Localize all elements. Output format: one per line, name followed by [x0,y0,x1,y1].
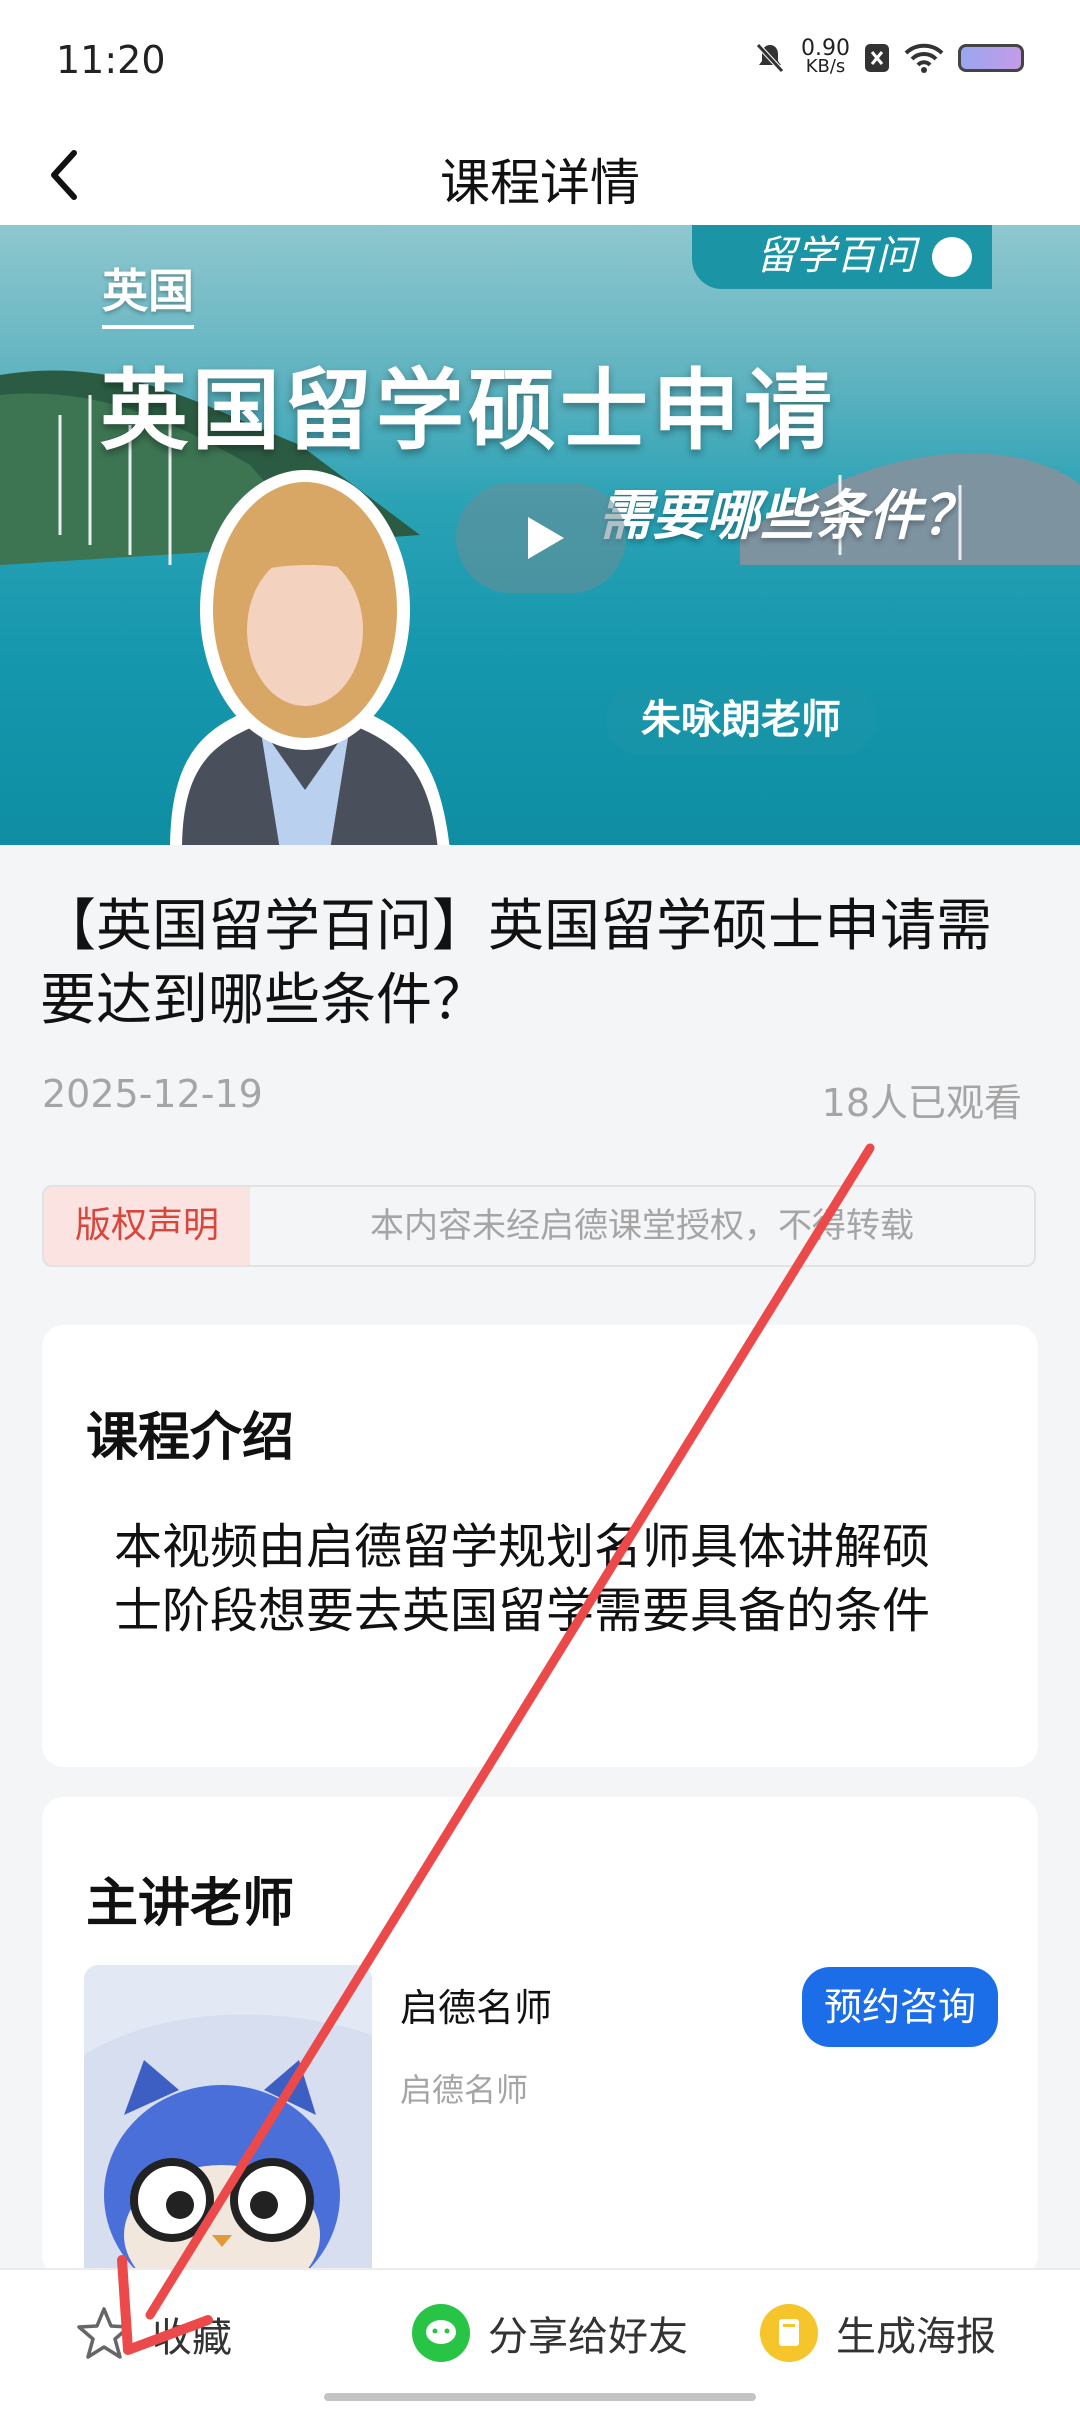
favorite-button[interactable]: 收藏 [74,2304,232,2364]
status-bar: 11:20 0.90 KB/s [0,0,1080,125]
copyright-notice: 版权声明 本内容未经启德课堂授权，不得转载 [42,1185,1036,1267]
poster-button[interactable]: 生成海报 [760,2304,996,2362]
presenter-image [170,470,450,845]
course-intro-card: 课程介绍 本视频由启德留学规划名师具体讲解硕士阶段想要去英国留学需要具备的条件 [42,1325,1038,1767]
wechat-icon [412,2304,470,2362]
play-button[interactable] [456,483,626,593]
favorite-label: 收藏 [152,2315,232,2361]
sim-off-icon [865,44,889,72]
mascot-owl-icon [84,2014,372,2277]
status-time: 11:20 [56,38,166,82]
teacher-name: 启德名师 [400,1986,553,2030]
view-count: 18人已观看 [821,1081,1022,1125]
network-speed: 0.90 KB/s [801,38,850,77]
brand-tag-label: 留学百问 [756,233,916,279]
video-player[interactable]: 留学百问 英国 英国留学硕士申请 需要哪些条件？ 朱咏朗老师 [0,225,1080,845]
brand-tag: 留学百问 [692,225,992,289]
teacher-heading: 主讲老师 [86,1874,295,1934]
share-label: 分享给好友 [488,2314,688,2360]
mute-bell-icon [756,43,784,73]
star-icon [77,2307,131,2359]
robot-logo-icon [932,237,972,277]
consult-button[interactable]: 预约咨询 [802,1967,998,2047]
battery-icon [958,44,1024,72]
home-indicator[interactable] [324,2393,756,2401]
status-icons: 0.90 KB/s [753,38,1024,77]
network-speed-unit: KB/s [805,56,846,77]
poster-icon [760,2304,818,2362]
page-title: 课程详情 [440,154,640,212]
intro-text: 本视频由启德留学规划名师具体讲解硕士阶段想要去英国留学需要具备的条件 [114,1519,931,1639]
video-subline: 需要哪些条件？ [598,484,976,547]
wifi-icon [904,43,944,73]
video-teacher-label: 朱咏朗老师 [606,685,876,755]
teacher-subtitle: 启德名师 [400,2071,529,2109]
video-headline: 英国留学硕士申请 [100,359,837,462]
teacher-card: 主讲老师 启德名师 启德名师 预约咨询 [42,1797,1038,2277]
intro-heading: 课程介绍 [86,1408,295,1468]
poster-label: 生成海报 [836,2314,996,2360]
copyright-text: 本内容未经启德课堂授权，不得转载 [370,1206,914,1246]
teacher-avatar [84,1965,372,2277]
copyright-tag: 版权声明 [44,1187,250,1265]
nav-bar: 课程详情 [0,125,1080,225]
video-small-title: 英国 [102,255,194,329]
share-button[interactable]: 分享给好友 [412,2304,688,2362]
course-date: 2025-12-19 [42,1072,263,1116]
course-title: 【英国留学百问】英国留学硕士申请需要达到哪些条件？ [40,894,992,1033]
bottom-action-bar: 收藏 分享给好友 生成海报 [0,2268,1080,2410]
